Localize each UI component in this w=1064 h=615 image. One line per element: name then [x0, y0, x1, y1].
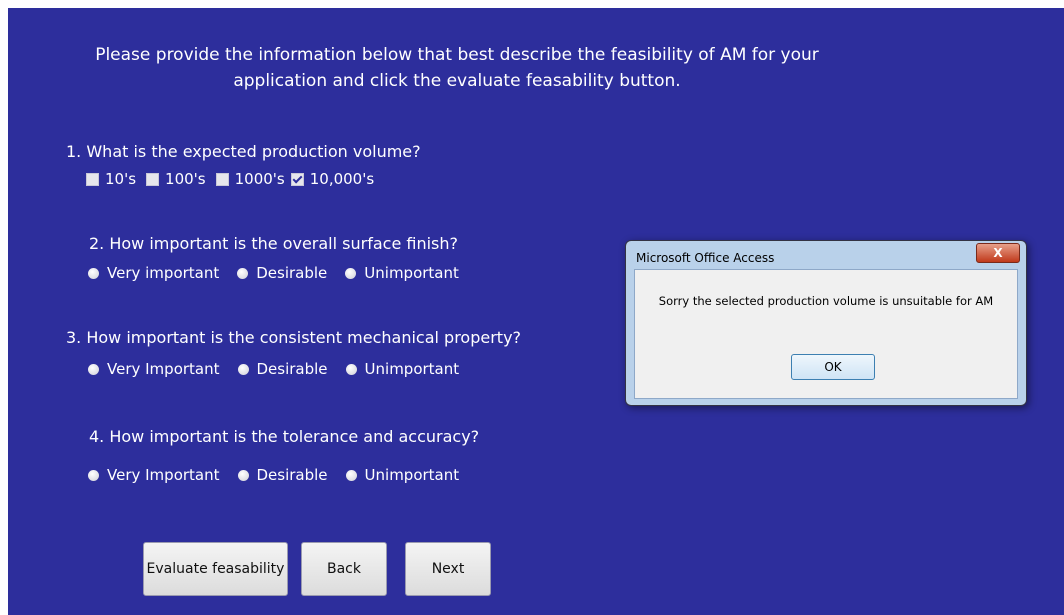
dialog-message: Sorry the selected production volume is …	[658, 294, 994, 308]
volume-option-1000s-label: 1000's	[234, 170, 285, 188]
volume-option-1000s[interactable]: 1000's	[215, 170, 285, 188]
volume-option-100s[interactable]: 100's	[146, 170, 206, 188]
question-1-options: 10's 100's 1000's 10,000's	[86, 170, 392, 188]
mechanical-property-desirable[interactable]: Desirable	[237, 360, 328, 378]
dialog-title: Microsoft Office Access	[636, 251, 775, 265]
back-button[interactable]: Back	[301, 542, 387, 596]
mechanical-property-unimportant-label: Unimportant	[364, 360, 460, 378]
checkbox-100s[interactable]	[146, 172, 160, 186]
surface-finish-very-important-label: Very important	[107, 264, 220, 282]
message-dialog: Microsoft Office Access X Sorry the sele…	[625, 240, 1027, 406]
tolerance-very-important-label: Very Important	[107, 466, 220, 484]
volume-option-100s-label: 100's	[165, 170, 206, 188]
surface-finish-desirable[interactable]: Desirable	[237, 264, 327, 282]
tolerance-desirable[interactable]: Desirable	[237, 466, 328, 484]
checkbox-10s[interactable]	[86, 172, 99, 186]
checkbox-10000s-checked[interactable]	[290, 172, 304, 186]
dialog-body: Sorry the selected production volume is …	[634, 269, 1018, 399]
surface-finish-desirable-label: Desirable	[256, 264, 328, 282]
instructions: Please provide the information below tha…	[8, 42, 906, 94]
radio-button[interactable]	[345, 469, 357, 481]
instructions-line-1: Please provide the information below tha…	[95, 45, 819, 65]
radio-button[interactable]	[237, 363, 249, 375]
surface-finish-unimportant[interactable]: Unimportant	[345, 264, 459, 282]
surface-finish-unimportant-label: Unimportant	[364, 264, 459, 282]
surface-finish-very-important[interactable]: Very important	[88, 264, 219, 282]
evaluate-feasability-button[interactable]: Evaluate feasability	[143, 542, 288, 596]
radio-button[interactable]	[88, 267, 99, 279]
radio-button[interactable]	[237, 469, 249, 481]
question-3-options: Very Important Desirable Unimportant	[88, 360, 477, 378]
volume-option-10000s[interactable]: 10,000's	[290, 170, 375, 188]
question-2-label: 2. How important is the overall surface …	[89, 234, 458, 253]
mechanical-property-very-important-label: Very Important	[107, 360, 220, 378]
question-3-label: 3. How important is the consistent mecha…	[66, 328, 522, 347]
radio-button[interactable]	[237, 267, 249, 279]
mechanical-property-desirable-label: Desirable	[256, 360, 328, 378]
radio-button[interactable]	[88, 363, 99, 375]
question-1-label: 1. What is the expected production volum…	[66, 142, 421, 161]
tolerance-unimportant-label: Unimportant	[364, 466, 460, 484]
question-4-label: 4. How important is the tolerance and ac…	[89, 427, 480, 446]
instructions-line-2: application and click the evaluate feasa…	[233, 71, 681, 91]
ok-button[interactable]: OK	[791, 354, 875, 380]
radio-button[interactable]	[345, 363, 357, 375]
mechanical-property-unimportant[interactable]: Unimportant	[345, 360, 460, 378]
question-2-options: Very important Desirable Unimportant	[88, 264, 477, 282]
tolerance-desirable-label: Desirable	[256, 466, 328, 484]
mechanical-property-very-important[interactable]: Very Important	[88, 360, 220, 378]
radio-button[interactable]	[345, 267, 357, 279]
volume-option-10s-label: 10's	[105, 170, 137, 188]
tolerance-unimportant[interactable]: Unimportant	[345, 466, 460, 484]
volume-option-10s[interactable]: 10's	[86, 170, 136, 188]
checkbox-1000s[interactable]	[215, 172, 229, 186]
volume-option-10000s-label: 10,000's	[309, 170, 375, 188]
next-button[interactable]: Next	[405, 542, 491, 596]
tolerance-very-important[interactable]: Very Important	[88, 466, 220, 484]
close-icon[interactable]: X	[976, 243, 1020, 263]
radio-button[interactable]	[88, 469, 99, 481]
question-4-options: Very Important Desirable Unimportant	[88, 466, 477, 484]
